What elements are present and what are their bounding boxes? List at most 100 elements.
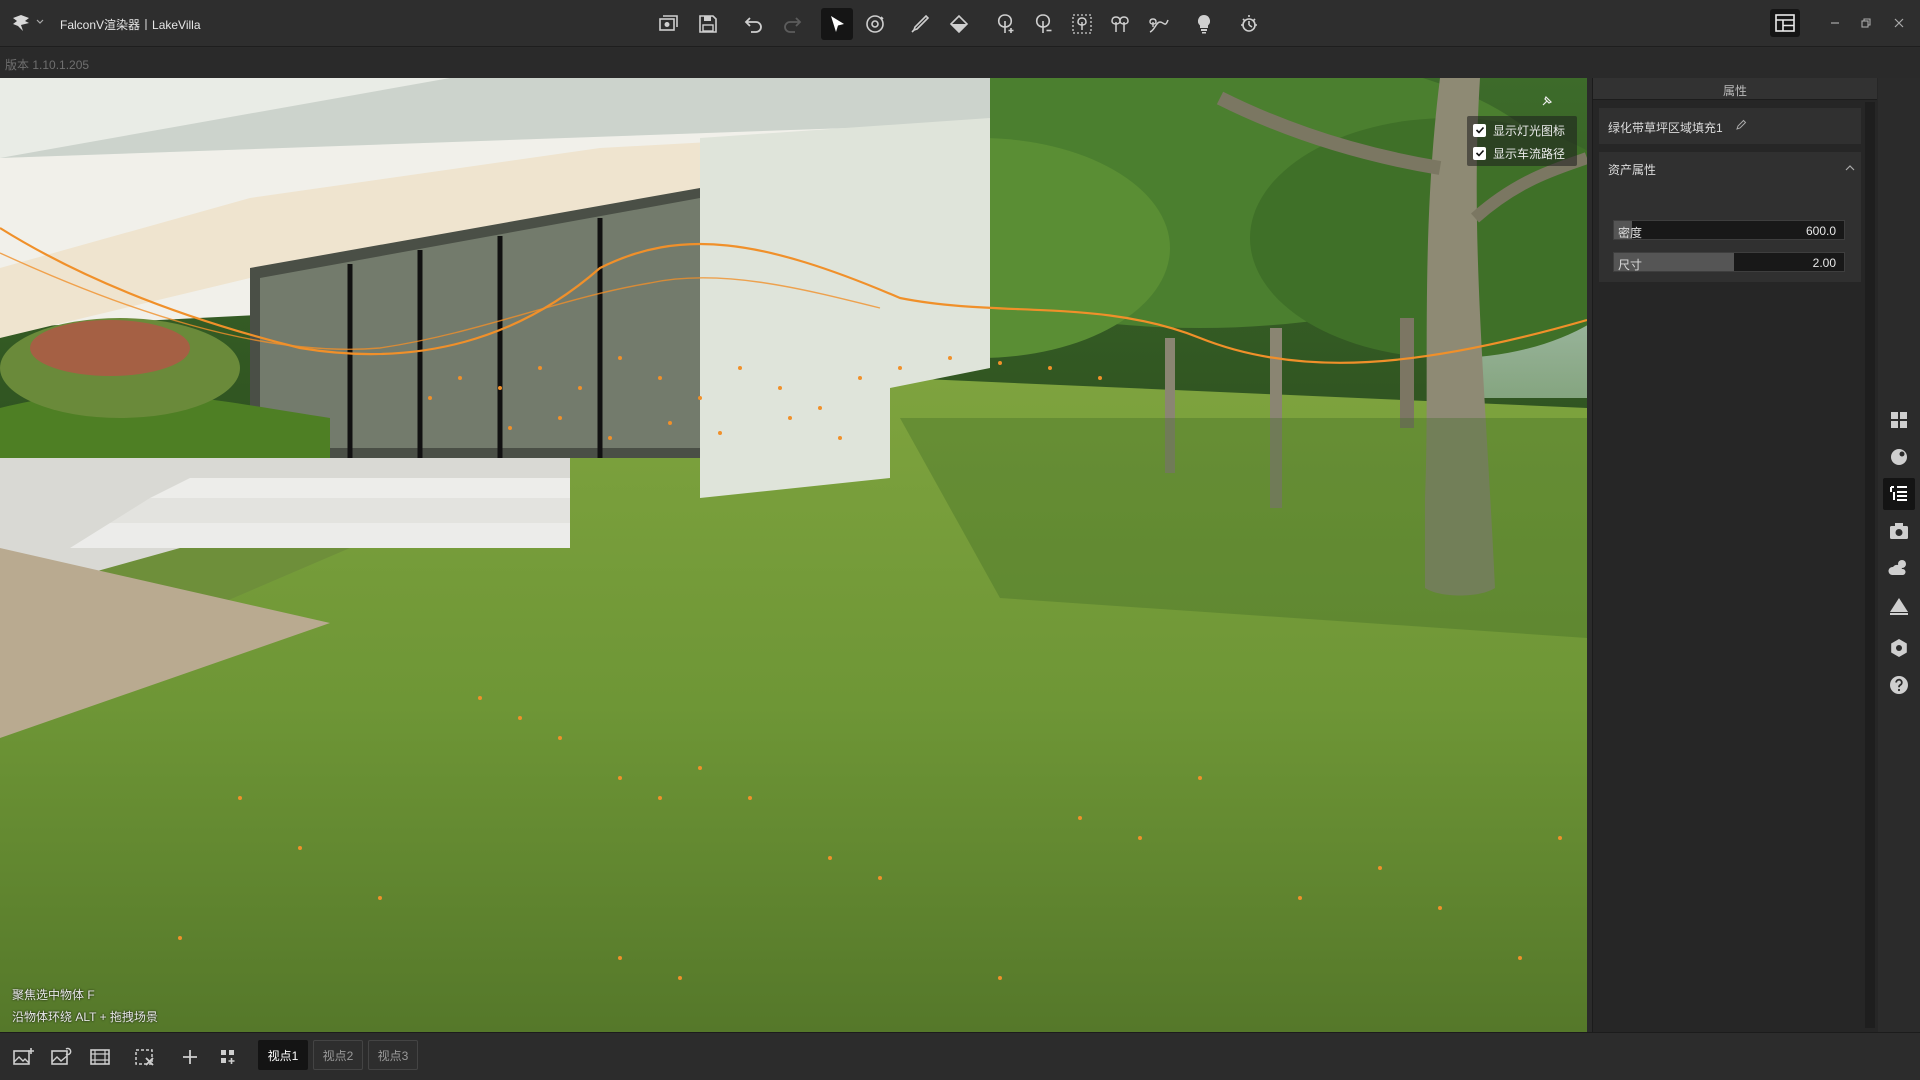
restore-button[interactable] xyxy=(1853,12,1879,34)
select-arrow-icon xyxy=(831,16,844,32)
viewpoint-tab-1[interactable]: 视点1 xyxy=(258,1040,308,1070)
orbit-tool-button[interactable] xyxy=(859,8,891,40)
minimize-icon xyxy=(1831,22,1839,24)
checkmark-icon xyxy=(1475,126,1484,134)
selected-object-box: 绿化带草坪区域填充1 xyxy=(1599,108,1861,144)
film-frame-icon xyxy=(90,1049,110,1065)
render-export-button[interactable] xyxy=(653,8,685,40)
select-tool-button[interactable] xyxy=(821,8,853,40)
density-slider[interactable]: 密度 600.0 xyxy=(1613,220,1845,240)
viewpoint-tab-2[interactable]: 视点2 xyxy=(313,1040,363,1070)
delete-viewpoint-button[interactable] xyxy=(129,1041,161,1073)
terrain-icon xyxy=(1890,598,1908,615)
image-add-icon xyxy=(13,1048,34,1065)
layout-toggle-button[interactable] xyxy=(1770,9,1800,37)
redo-button[interactable] xyxy=(776,8,808,40)
close-icon xyxy=(1894,18,1904,28)
tree-erase-button[interactable] xyxy=(1027,8,1059,40)
selected-object-name: 绿化带草坪区域填充1 xyxy=(1608,121,1723,135)
orbit-icon xyxy=(866,15,884,33)
density-label: 密度 xyxy=(1618,226,1643,240)
tree-plant-button[interactable] xyxy=(989,8,1021,40)
tree-area-icon xyxy=(1072,14,1092,34)
sidebar-terrain-button[interactable] xyxy=(1883,589,1915,621)
version-bar: 版本 1.10.1.205 xyxy=(0,48,1920,78)
size-slider[interactable]: 尺寸 2.00 xyxy=(1613,252,1845,272)
redo-icon xyxy=(784,17,802,33)
tree-area-button[interactable] xyxy=(1066,8,1098,40)
scene-list-icon xyxy=(1890,486,1907,501)
falconv-logo-icon[interactable] xyxy=(10,12,32,34)
toggle-label-light-icons: 显示灯光图标 xyxy=(1493,123,1566,138)
restore-icon xyxy=(1861,18,1871,28)
render-viewpoint-button[interactable] xyxy=(84,1041,116,1073)
close-button[interactable] xyxy=(1886,12,1912,34)
tree-path-button[interactable] xyxy=(1143,8,1175,40)
tree-plant-icon xyxy=(997,14,1014,33)
sidebar-scene-list-button[interactable] xyxy=(1883,478,1915,510)
add-viewpoint-button[interactable] xyxy=(174,1041,206,1073)
asset-properties-section: 资产属性 密度 600.0 尺寸 2.00 xyxy=(1599,152,1861,282)
undo-button[interactable] xyxy=(738,8,770,40)
update-viewpoint-button[interactable] xyxy=(45,1041,77,1073)
chevron-down-icon[interactable] xyxy=(36,18,44,26)
toggle-traffic-paths[interactable]: 显示车流路径 xyxy=(1473,143,1565,163)
right-sidebar xyxy=(1878,78,1920,1032)
brush-icon xyxy=(911,14,930,33)
sidebar-camera-button[interactable] xyxy=(1883,515,1915,547)
brush-tool-button[interactable] xyxy=(904,8,936,40)
undo-icon xyxy=(744,17,762,33)
checkbox-traffic-paths[interactable] xyxy=(1473,146,1486,160)
panel-header: 属性 xyxy=(1593,78,1877,100)
help-icon xyxy=(1890,676,1908,694)
toggle-label-traffic-paths: 显示车流路径 xyxy=(1493,146,1566,161)
size-value: 2.00 xyxy=(1812,256,1836,270)
properties-panel: 属性 绿化带草坪区域填充1 资产属性 密度 600.0 尺寸 2.00 xyxy=(1592,78,1878,1032)
image-delete-icon xyxy=(135,1049,154,1066)
panel-scrollbar[interactable] xyxy=(1865,102,1875,1028)
plus-icon xyxy=(183,1050,197,1064)
rendered-scene-image xyxy=(0,78,1587,1032)
sun-time-icon xyxy=(1241,15,1257,32)
settings-icon xyxy=(1891,639,1907,657)
save-button[interactable] xyxy=(692,8,724,40)
toggle-light-icons[interactable]: 显示灯光图标 xyxy=(1473,120,1565,140)
assets-grid-icon xyxy=(1891,412,1907,428)
checkbox-light-icons[interactable] xyxy=(1473,123,1486,137)
edit-pencil-icon[interactable] xyxy=(1735,119,1747,131)
version-label: 版本 1.10.1.205 xyxy=(5,58,90,72)
minimize-button[interactable] xyxy=(1822,12,1848,34)
viewport-display-toggles: 显示灯光图标 显示车流路径 xyxy=(1467,116,1577,166)
window-title: FalconV渲染器丨LakeVilla xyxy=(60,18,201,32)
light-button[interactable] xyxy=(1188,8,1220,40)
fill-bucket-icon xyxy=(949,14,969,34)
layout-grid-icon xyxy=(1775,14,1795,32)
light-bulb-icon xyxy=(1197,14,1211,34)
shortcut-hint-focus: 聚焦选中物体 F xyxy=(12,988,95,1002)
tree-row-button[interactable] xyxy=(1104,8,1136,40)
tree-path-icon xyxy=(1149,18,1169,33)
3d-viewport[interactable]: 显示灯光图标 显示车流路径 聚焦选中物体 F 沿物体环绕 ALT + 拖拽场景 xyxy=(0,78,1587,1032)
viewpoint-grid-button[interactable] xyxy=(212,1041,244,1073)
sun-time-button[interactable] xyxy=(1233,8,1265,40)
add-viewpoint-image-button[interactable] xyxy=(7,1041,39,1073)
tree-row-icon xyxy=(1111,16,1129,32)
pin-icon[interactable] xyxy=(1540,94,1554,108)
fill-tool-button[interactable] xyxy=(943,8,975,40)
save-icon xyxy=(699,15,717,33)
checkmark-icon xyxy=(1475,149,1484,157)
weather-icon xyxy=(1888,560,1906,575)
title-bar: FalconV渲染器丨LakeVilla xyxy=(0,0,1920,47)
sidebar-settings-button[interactable] xyxy=(1883,632,1915,664)
sidebar-material-button[interactable] xyxy=(1883,441,1915,473)
panel-title: 属性 xyxy=(1722,84,1747,98)
viewpoint-tab-3[interactable]: 视点3 xyxy=(368,1040,418,1070)
tree-erase-icon xyxy=(1035,14,1052,33)
camera-icon xyxy=(1890,523,1908,539)
sidebar-weather-button[interactable] xyxy=(1883,552,1915,584)
sidebar-assets-button[interactable] xyxy=(1883,404,1915,436)
chevron-up-icon[interactable] xyxy=(1845,164,1855,172)
bottom-toolbar: 视点1 视点2 视点3 xyxy=(0,1032,1920,1080)
sidebar-help-button[interactable] xyxy=(1883,669,1915,701)
asset-properties-title[interactable]: 资产属性 xyxy=(1608,161,1656,178)
